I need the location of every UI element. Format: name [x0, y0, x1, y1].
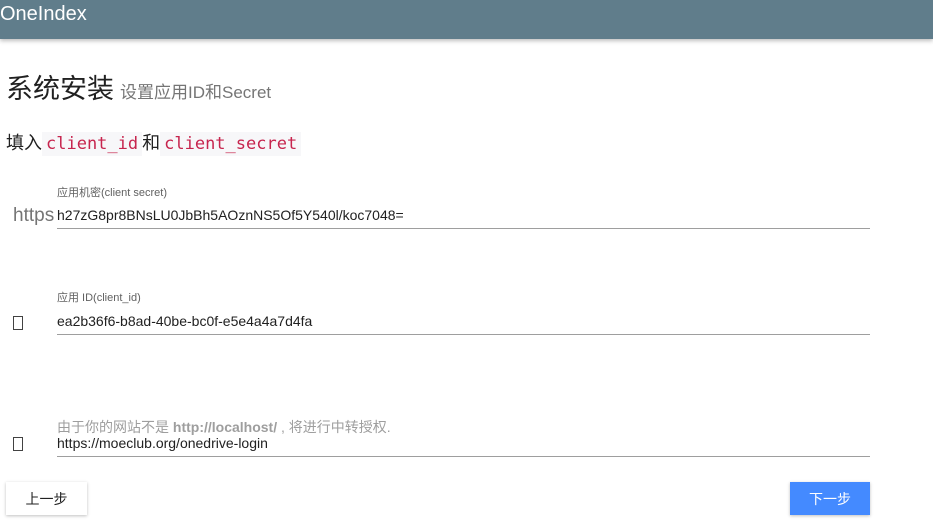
link-icon [13, 437, 23, 451]
instruction-text: 填入 client_id 和 client_secret [6, 130, 302, 158]
top-app-bar: OneIndex [0, 0, 933, 39]
client-secret-label: 应用机密(client secret) [57, 187, 168, 199]
page-subtitle: 设置应用ID和Secret [120, 83, 272, 102]
redirect-uri-input[interactable] [57, 432, 870, 457]
prev-step-button[interactable]: 上一步 [6, 482, 87, 515]
code-client-secret: client_secret [160, 132, 302, 156]
client-secret-group: 应用机密(client secret) [57, 184, 870, 234]
brand-title[interactable]: OneIndex [0, 3, 87, 25]
client-id-input[interactable] [57, 310, 870, 335]
https-icon: https [13, 205, 55, 226]
instruction-conjunction: 和 [142, 133, 161, 154]
page-title-text: 系统安装 [6, 74, 114, 105]
client-id-label: 应用 ID(client_id) [57, 292, 141, 304]
code-client-id: client_id [42, 132, 143, 156]
key-icon [13, 316, 23, 330]
instruction-prefix: 填入 [6, 133, 42, 154]
client-id-group: 应用 ID(client_id) [57, 289, 870, 339]
redirect-group [57, 432, 870, 460]
next-step-button[interactable]: 下一步 [790, 482, 870, 515]
client-secret-input[interactable] [57, 204, 870, 229]
page-title: 系统安装 设置应用ID和Secret [6, 72, 271, 111]
